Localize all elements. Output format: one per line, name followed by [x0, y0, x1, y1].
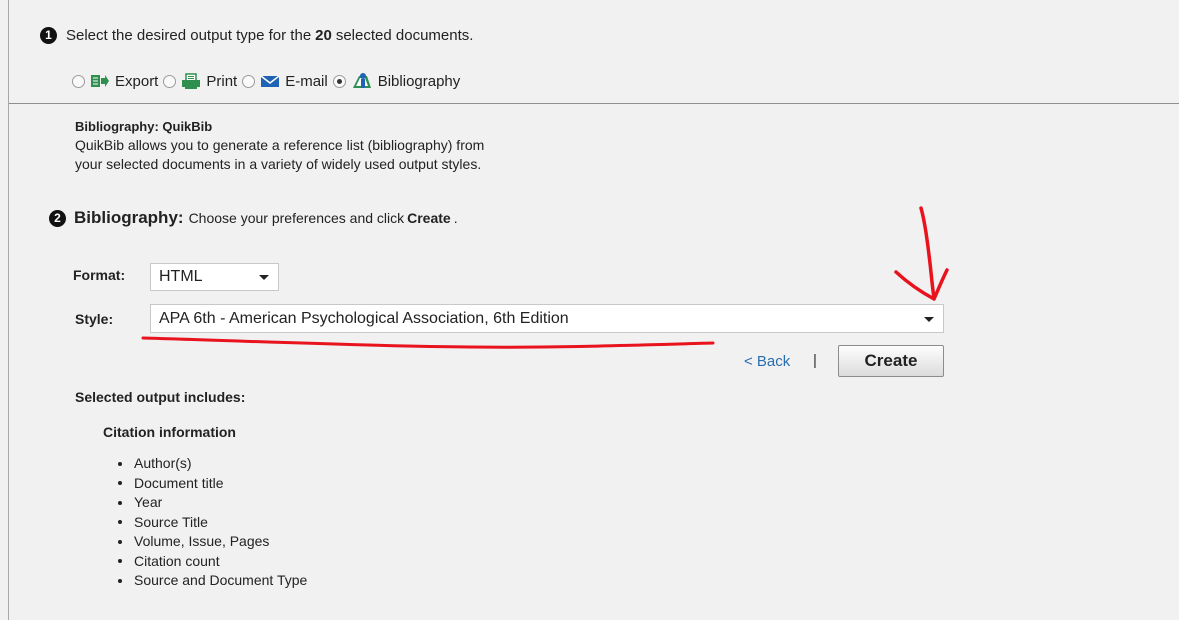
step1-text-before: Select the desired output type for the [66, 26, 312, 44]
list-item-label: Source Title [134, 513, 208, 530]
bibliography-icon [352, 73, 371, 88]
bullet-icon [118, 539, 122, 544]
step1-text-after: selected documents. [335, 26, 474, 44]
red-arrow-shaft [919, 206, 936, 300]
red-underline [141, 336, 715, 349]
email-radio[interactable] [242, 74, 256, 88]
step2-action: Create [407, 210, 451, 226]
envelope-icon [260, 74, 280, 87]
bullet-icon [118, 461, 122, 466]
back-link[interactable]: < Back [744, 353, 790, 370]
bullet-icon [118, 500, 122, 505]
option-export[interactable]: Export [72, 73, 158, 90]
style-label: Style: [75, 311, 114, 327]
style-value: APA 6th - American Psychological Associa… [159, 309, 569, 327]
selected-count: 20 [315, 26, 332, 44]
print-radio[interactable] [163, 74, 177, 88]
bibliography-description: Bibliography: QuikBib QuikBib allows you… [75, 117, 484, 174]
left-border [8, 0, 9, 620]
step-2-number-icon: 2 [49, 209, 66, 227]
list-item: Source Title [118, 513, 307, 533]
list-item-label: Volume, Issue, Pages [134, 533, 270, 549]
bullet-icon [118, 578, 122, 583]
list-item: Volume, Issue, Pages [118, 532, 307, 552]
option-bibliography[interactable]: Bibliography [332, 72, 461, 90]
list-item-label: Author(s) [134, 455, 192, 471]
format-value: HTML [159, 268, 203, 285]
list-item-label: Year [134, 494, 163, 510]
email-label: E-mail [285, 72, 328, 90]
list-item: Source and Document Type [118, 571, 307, 591]
print-label: Print [206, 72, 238, 90]
export-radio[interactable] [72, 74, 85, 88]
step2-heading: 2 Bibliography: Choose your preferences … [49, 205, 458, 231]
step-1-number-icon: 1 [40, 26, 57, 44]
option-print[interactable]: Print [163, 73, 237, 90]
list-item-label: Source and Document Type [134, 572, 308, 588]
list-item: Year [118, 493, 307, 513]
output-type-options: Export Print E-mail Bibliography [72, 67, 465, 95]
bibliography-radio[interactable] [332, 74, 346, 88]
chevron-down-icon [924, 316, 934, 322]
description-line-2: your selected documents in a variety of … [75, 156, 482, 172]
option-email[interactable]: E-mail [242, 73, 328, 90]
list-item-label: Document title [134, 474, 224, 491]
list-item-label: Citation count [134, 552, 220, 569]
bibliography-label: Bibliography [377, 72, 461, 90]
create-button[interactable]: Create [838, 345, 944, 377]
export-label: Export [115, 72, 159, 90]
format-select[interactable]: HTML [150, 263, 279, 291]
list-item: Document title [118, 474, 307, 494]
list-item: Citation count [118, 552, 307, 572]
bullet-icon [118, 481, 122, 486]
citation-items-list: Author(s) Document title Year Source Tit… [118, 454, 307, 591]
action-separator: | [813, 352, 817, 369]
list-item: Author(s) [118, 454, 307, 474]
step2-period: . [453, 210, 458, 226]
section-divider [9, 103, 1179, 104]
step2-title: Bibliography: [74, 208, 184, 227]
output-includes-heading: Selected output includes: [75, 389, 246, 405]
style-select[interactable]: APA 6th - American Psychological Associa… [150, 304, 944, 333]
red-arrow-head [894, 268, 949, 301]
description-line-1: QuikBib allows you to generate a referen… [75, 137, 485, 153]
printer-icon [182, 72, 201, 89]
chevron-down-icon [259, 275, 269, 280]
description-title: Bibliography: QuikBib [75, 119, 213, 134]
format-label: Format: [73, 267, 126, 283]
step1-instruction: 1 Select the desired output type for the… [40, 22, 473, 48]
export-icon [91, 75, 109, 87]
bullet-icon [118, 559, 122, 564]
bullet-icon [118, 520, 122, 525]
step2-text: Choose your preferences and click [188, 210, 405, 226]
citation-information-heading: Citation information [103, 424, 236, 440]
